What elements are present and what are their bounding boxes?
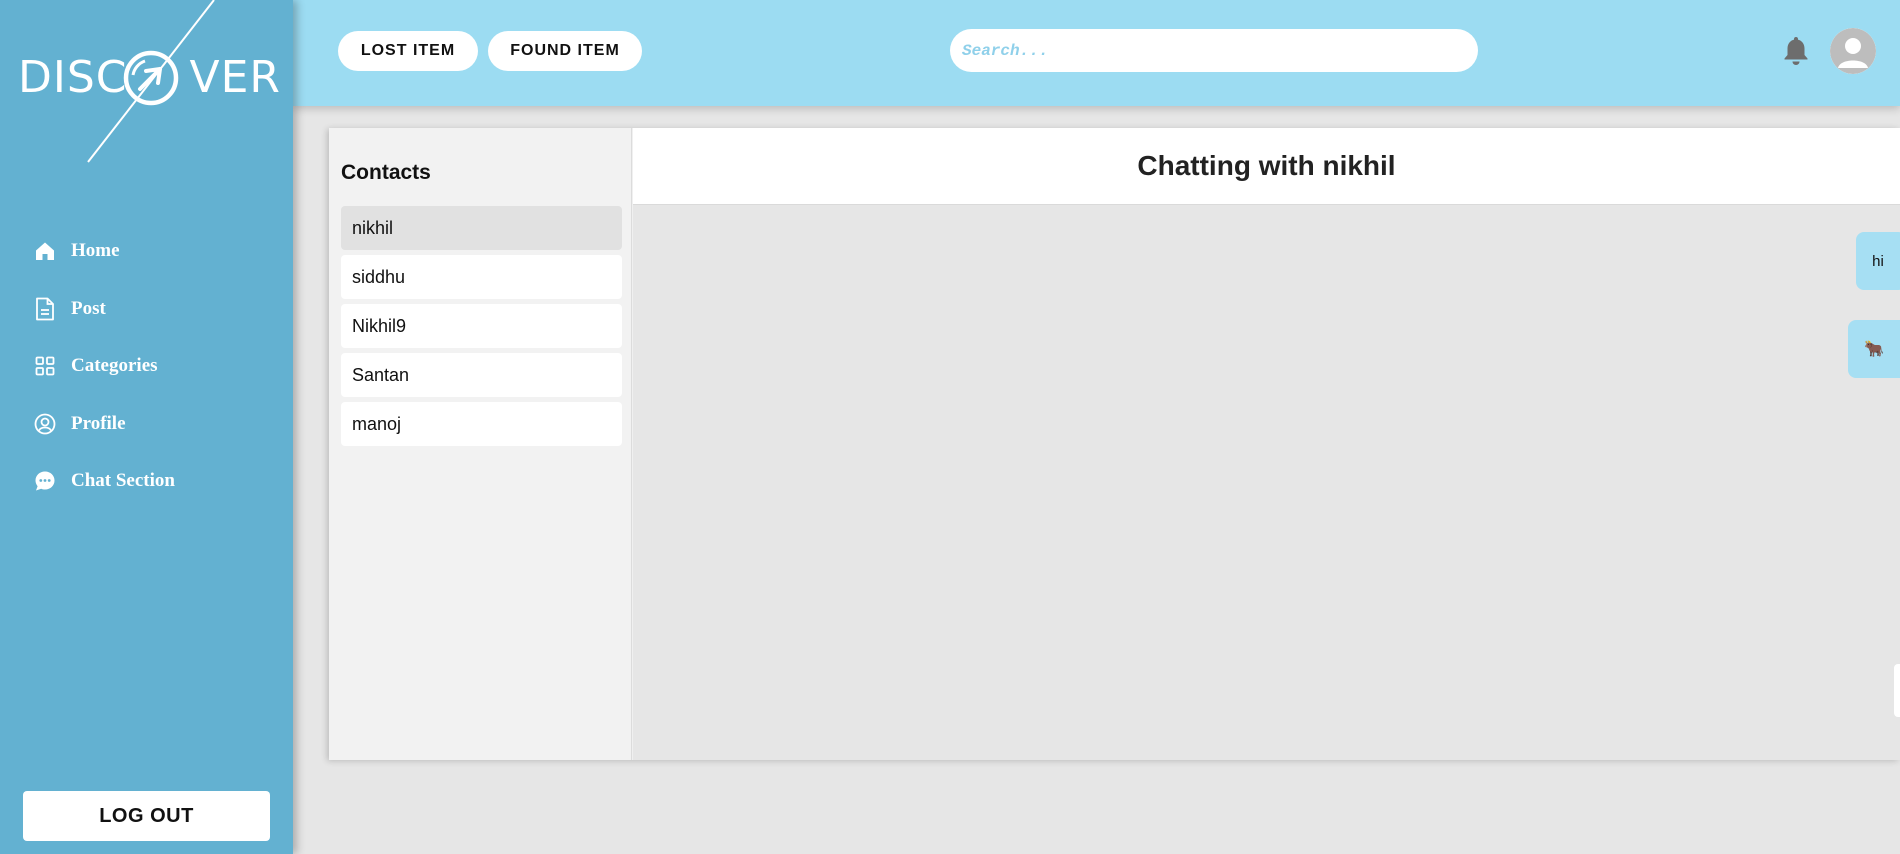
found-item-button[interactable]: FOUND ITEM: [488, 31, 642, 71]
chat-panel: Contacts nikhil siddhu Nikhil9 Santan ma…: [329, 128, 1900, 760]
sidebar-item-label: Chat Section: [71, 470, 175, 491]
contact-item-nikhil9[interactable]: Nikhil9: [341, 304, 622, 348]
document-icon: [34, 297, 56, 320]
sidebar-nav: Home Post Categories Profile Chat Sectio…: [34, 236, 175, 524]
chat-bubble-icon: [34, 470, 56, 492]
chat-area: Chatting with nikhil: [633, 128, 1900, 760]
home-icon: [34, 240, 56, 262]
compass-o-icon: [87, 0, 215, 163]
sidebar-item-home[interactable]: Home: [34, 236, 175, 266]
sidebar-item-post[interactable]: Post: [34, 294, 175, 324]
logout-button[interactable]: LOG OUT: [23, 791, 270, 841]
contact-item-santan[interactable]: Santan: [341, 353, 622, 397]
sidebar-item-categories[interactable]: Categories: [34, 351, 175, 381]
sidebar-item-label: Home: [71, 240, 120, 261]
lost-item-button[interactable]: LOST ITEM: [338, 31, 478, 71]
chat-title: Chatting with nikhil: [1137, 150, 1396, 181]
contact-item-nikhil[interactable]: nikhil: [341, 206, 622, 250]
scroll-handle[interactable]: [1894, 664, 1900, 717]
contact-item-siddhu[interactable]: siddhu: [341, 255, 622, 299]
sidebar-item-label: Categories: [71, 355, 158, 376]
bell-icon[interactable]: [1782, 34, 1810, 66]
message-bubble: 🐂: [1848, 320, 1900, 378]
user-avatar-icon[interactable]: [1830, 28, 1876, 74]
contacts-panel: Contacts nikhil siddhu Nikhil9 Santan ma…: [329, 128, 632, 760]
sidebar-item-profile[interactable]: Profile: [34, 409, 175, 439]
top-header: LOST ITEM FOUND ITEM: [293, 0, 1900, 106]
sidebar-item-chat-section[interactable]: Chat Section: [34, 466, 175, 496]
sidebar: DISC VER Home Post Categories Profile Ch…: [0, 0, 293, 854]
contact-item-manoj[interactable]: manoj: [341, 402, 622, 446]
message-bubble: hi: [1856, 232, 1900, 290]
discover-logo: DISC VER: [0, 0, 293, 165]
grid-icon: [34, 355, 56, 377]
chat-header: Chatting with nikhil: [633, 128, 1900, 205]
user-circle-icon: [34, 413, 56, 435]
sidebar-item-label: Post: [71, 297, 106, 319]
sidebar-item-label: Profile: [71, 412, 126, 434]
search-input[interactable]: [950, 29, 1478, 72]
contacts-title: Contacts: [341, 161, 431, 184]
